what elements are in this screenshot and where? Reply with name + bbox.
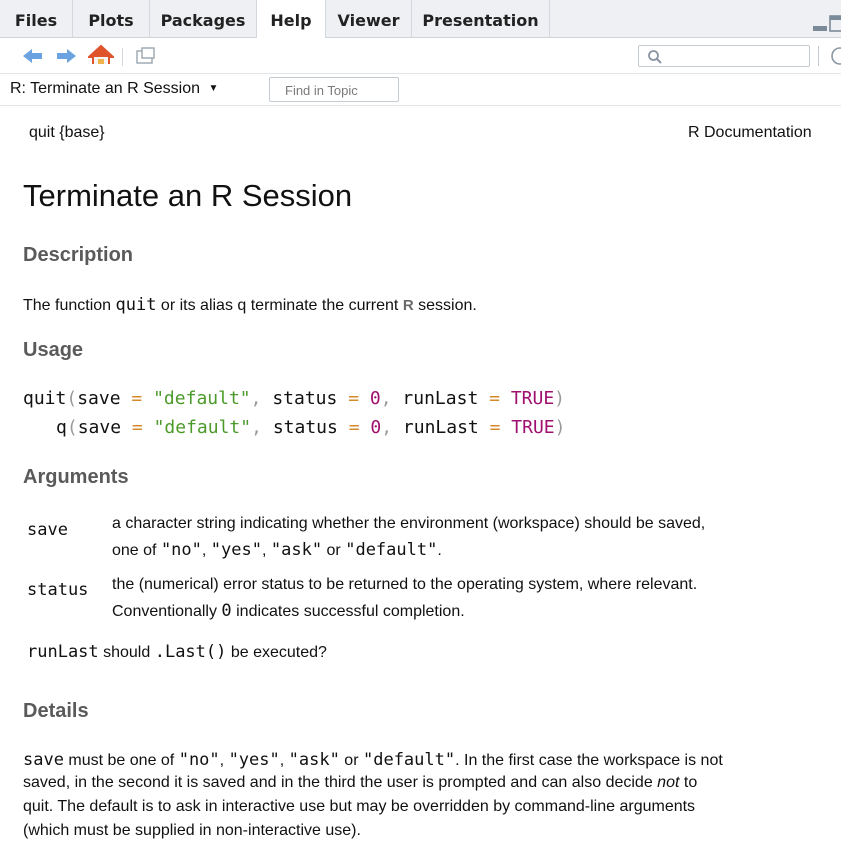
help-search-input[interactable] xyxy=(638,45,810,67)
pane-window-controls xyxy=(811,14,841,34)
section-heading-description: Description xyxy=(23,244,134,266)
topic-title: R: Terminate an R Session xyxy=(10,80,201,97)
section-heading-details: Details xyxy=(23,700,89,722)
usage-line-q: q(save = "default", status = 0, runLast … xyxy=(56,417,566,438)
argument-desc-save-line2: one of "no", "yes", "ask" or "default". xyxy=(112,540,442,560)
page-title: Terminate an R Session xyxy=(23,178,353,213)
pane-tab-bar: Files Plots Packages Help Viewer Present… xyxy=(0,0,841,39)
argument-desc-status-line1: the (numerical) error status to be retur… xyxy=(112,576,698,593)
topic-bar: R: Terminate an R Session ▼ Find in Topi… xyxy=(0,74,841,106)
section-heading-usage: Usage xyxy=(23,339,84,361)
r-logo: R xyxy=(402,297,414,314)
r-documentation-label: R Documentation xyxy=(688,124,812,141)
argument-desc-status-line2: Conventionally 0 indicates successful co… xyxy=(112,601,465,621)
description-text: The function quit or its alias q termina… xyxy=(23,295,477,315)
help-document: quit {base} R Documentation Terminate an… xyxy=(0,106,841,843)
minimize-icon[interactable] xyxy=(811,14,841,34)
tab-viewer[interactable]: Viewer xyxy=(326,0,412,38)
package-reference: quit {base} xyxy=(29,124,105,141)
details-line-3: quit. The default is to ask in interacti… xyxy=(23,798,696,815)
toolbar-divider xyxy=(818,46,819,66)
home-icon[interactable] xyxy=(88,44,114,64)
back-arrow-icon[interactable] xyxy=(22,46,44,66)
tab-plots[interactable]: Plots xyxy=(73,0,150,38)
tab-presentation[interactable]: Presentation xyxy=(412,0,550,38)
tab-help[interactable]: Help xyxy=(256,0,326,39)
argument-name-status: status xyxy=(27,580,89,600)
argument-name-save: save xyxy=(27,520,68,540)
open-in-window-icon[interactable] xyxy=(134,46,156,66)
inline-code: quit xyxy=(115,295,157,315)
chevron-down-icon: ▼ xyxy=(208,83,219,94)
argument-desc-save-line1: a character string indicating whether th… xyxy=(112,515,706,532)
argument-name-runlast: runLast xyxy=(27,642,99,662)
argument-runlast: runLast should .Last() be executed? xyxy=(27,642,327,662)
topic-dropdown[interactable]: R: Terminate an R Session ▼ xyxy=(10,80,218,98)
refresh-icon[interactable] xyxy=(826,46,841,66)
forward-arrow-icon[interactable] xyxy=(55,46,77,66)
tab-files[interactable]: Files xyxy=(0,0,73,38)
details-line-4: (which must be supplied in non-interacti… xyxy=(23,822,361,839)
find-in-topic-input[interactable]: Find in Topic xyxy=(269,77,399,102)
usage-line-quit: quit(save = "default", status = 0, runLa… xyxy=(23,388,566,409)
section-heading-arguments: Arguments xyxy=(23,466,129,488)
tab-packages[interactable]: Packages xyxy=(150,0,257,38)
details-line-2: saved, in the second it is saved and in … xyxy=(23,774,698,791)
search-icon xyxy=(648,50,662,64)
help-toolbar xyxy=(0,38,841,74)
toolbar-divider xyxy=(122,48,123,66)
details-line-1: save must be one of "no", "yes", "ask" o… xyxy=(23,750,723,770)
